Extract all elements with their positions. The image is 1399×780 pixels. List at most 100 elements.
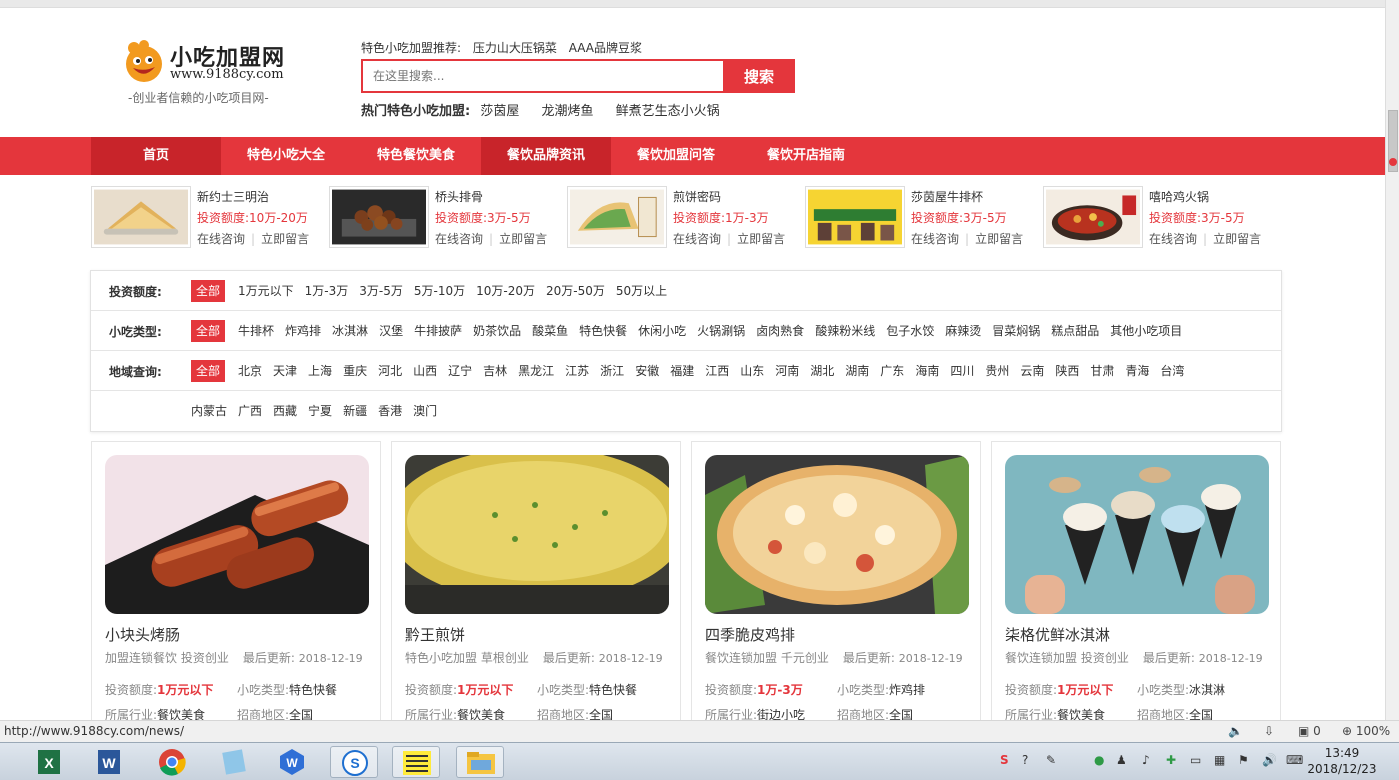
filter-option-region[interactable]: 上海 (308, 360, 332, 382)
filter-option-region[interactable]: 北京 (238, 360, 262, 382)
chrome-taskbar-button[interactable] (148, 746, 196, 778)
message-link[interactable]: 立即留言 (737, 232, 785, 246)
card-title[interactable]: 小块头烤肠 (105, 624, 180, 645)
filter-all[interactable]: 全部 (191, 360, 226, 382)
message-link[interactable]: 立即留言 (975, 232, 1023, 246)
excel-taskbar-button[interactable]: X (24, 746, 72, 778)
featured-title[interactable]: 嘻哈鸡火锅 (1149, 188, 1209, 205)
filter-option-region[interactable]: 香港 (378, 400, 402, 422)
project-card[interactable]: 小块头烤肠 加盟连锁餐饮 投资创业 最后更新: 2018-12-19 投资额度:1… (91, 441, 381, 720)
nav-item-snacks[interactable]: 特色小吃大全 (221, 137, 351, 175)
recommend-link[interactable]: AAA品牌豆浆 (569, 41, 642, 55)
filter-option-region[interactable]: 台湾 (1160, 360, 1184, 382)
featured-thumb[interactable] (805, 186, 905, 248)
consult-link[interactable]: 在线咨询 (435, 232, 483, 246)
pen-icon[interactable]: ✎ (1046, 753, 1056, 767)
bell-icon[interactable]: ♪ (1142, 753, 1150, 767)
filter-all[interactable]: 全部 (191, 280, 226, 302)
explorer-taskbar-button[interactable] (456, 746, 504, 778)
consult-link[interactable]: 在线咨询 (911, 232, 959, 246)
message-link[interactable]: 立即留言 (499, 232, 547, 246)
word-taskbar-button[interactable]: W (84, 746, 132, 778)
filter-option-region[interactable]: 重庆 (343, 360, 367, 382)
filter-option-region[interactable]: 广东 (880, 360, 904, 382)
nav-item-brand-news[interactable]: 餐饮品牌资讯 (481, 137, 611, 175)
featured-item[interactable]: 嘻哈鸡火锅 投资额度:3万-5万 在线咨询 | 立即留言 (1043, 186, 1273, 250)
card-title[interactable]: 四季脆皮鸡排 (705, 624, 795, 645)
filter-option-type[interactable]: 卤肉熟食 (756, 320, 804, 342)
wechat-icon[interactable]: ● (1094, 753, 1104, 767)
hot-link[interactable]: 莎茵屋 (480, 104, 519, 119)
project-card[interactable]: 四季脆皮鸡排 餐饮连锁加盟 千元创业 最后更新: 2018-12-19 投资额度:… (691, 441, 981, 720)
featured-thumb[interactable] (91, 186, 191, 248)
message-link[interactable]: 立即留言 (1213, 232, 1261, 246)
filter-option-region[interactable]: 广西 (238, 400, 262, 422)
card-image[interactable] (405, 455, 669, 614)
search-input[interactable] (361, 59, 725, 93)
download-icon[interactable]: ⇩ (1264, 724, 1274, 738)
nav-item-food[interactable]: 特色餐饮美食 (351, 137, 481, 175)
network-icon[interactable]: ▦ (1214, 753, 1225, 767)
card-image[interactable] (1005, 455, 1269, 614)
zoom-level[interactable]: ⊕ 100% (1342, 724, 1390, 738)
filter-option-type[interactable]: 牛排披萨 (414, 320, 462, 342)
filter-option-region[interactable]: 四川 (950, 360, 974, 382)
sogou-taskbar-button[interactable]: S (330, 746, 378, 778)
filter-option-invest[interactable]: 1万-3万 (305, 280, 349, 302)
filter-option-region[interactable]: 贵州 (985, 360, 1009, 382)
filter-option-invest[interactable]: 3万-5万 (359, 280, 403, 302)
filter-option-type[interactable]: 糕点甜品 (1051, 320, 1099, 342)
filter-option-type[interactable]: 奶茶饮品 (473, 320, 521, 342)
filter-option-region[interactable]: 山西 (413, 360, 437, 382)
featured-item[interactable]: 煎饼密码 投资额度:1万-3万 在线咨询 | 立即留言 (567, 186, 797, 250)
filter-option-region[interactable]: 河南 (775, 360, 799, 382)
help-icon[interactable]: ? (1022, 753, 1028, 767)
featured-title[interactable]: 莎茵屋牛排杯 (911, 188, 983, 205)
card-image[interactable] (705, 455, 969, 614)
filter-option-invest[interactable]: 5万-10万 (414, 280, 465, 302)
keyboard-icon[interactable]: ⌨ (1286, 753, 1303, 767)
document-taskbar-button[interactable] (392, 746, 440, 778)
filter-option-region[interactable]: 云南 (1020, 360, 1044, 382)
filter-all[interactable]: 全部 (191, 320, 226, 342)
filter-option-type[interactable]: 冒菜焖锅 (992, 320, 1040, 342)
filter-option-region[interactable]: 江苏 (565, 360, 589, 382)
nav-item-guide[interactable]: 餐饮开店指南 (741, 137, 871, 175)
consult-link[interactable]: 在线咨询 (197, 232, 245, 246)
filter-option-type[interactable]: 牛排杯 (238, 320, 274, 342)
hot-link[interactable]: 鲜煮艺生态小火锅 (616, 104, 720, 119)
filter-option-region[interactable]: 安徽 (635, 360, 659, 382)
featured-item[interactable]: 新约士三明治 投资额度:10万-20万 在线咨询 | 立即留言 (91, 186, 321, 250)
speaker-icon[interactable]: 🔈 (1228, 724, 1243, 738)
card-title[interactable]: 柒格优鲜冰淇淋 (1005, 624, 1110, 645)
filter-option-type[interactable]: 汉堡 (379, 320, 403, 342)
filter-option-type[interactable]: 麻辣烫 (945, 320, 981, 342)
security-icon[interactable]: ✚ (1166, 753, 1176, 767)
filter-option-region[interactable]: 天津 (273, 360, 297, 382)
filter-option-type[interactable]: 其他小吃项目 (1110, 320, 1182, 342)
flag-icon[interactable]: ⚑ (1238, 753, 1249, 767)
consult-link[interactable]: 在线咨询 (673, 232, 721, 246)
filter-option-type[interactable]: 特色快餐 (579, 320, 627, 342)
filter-option-region[interactable]: 澳门 (413, 400, 437, 422)
project-card[interactable]: 黔王煎饼 特色小吃加盟 草根创业 最后更新: 2018-12-19 投资额度:1万… (391, 441, 681, 720)
filter-option-type[interactable]: 酸菜鱼 (532, 320, 568, 342)
app-taskbar-button[interactable] (210, 746, 258, 778)
filter-option-region[interactable]: 甘肃 (1090, 360, 1114, 382)
featured-item[interactable]: 桥头排骨 投资额度:3万-5万 在线咨询 | 立即留言 (329, 186, 559, 250)
card-title[interactable]: 黔王煎饼 (405, 624, 465, 645)
filter-option-invest[interactable]: 50万以上 (616, 280, 667, 302)
filter-option-region[interactable]: 黑龙江 (518, 360, 554, 382)
filter-option-invest[interactable]: 20万-50万 (546, 280, 605, 302)
filter-option-region[interactable]: 内蒙古 (191, 400, 227, 422)
filter-option-region[interactable]: 辽宁 (448, 360, 472, 382)
filter-option-type[interactable]: 炸鸡排 (285, 320, 321, 342)
filter-option-type[interactable]: 休闲小吃 (638, 320, 686, 342)
consult-link[interactable]: 在线咨询 (1149, 232, 1197, 246)
filter-option-region[interactable]: 江西 (705, 360, 729, 382)
featured-thumb[interactable] (329, 186, 429, 248)
featured-title[interactable]: 煎饼密码 (673, 188, 721, 205)
featured-thumb[interactable] (567, 186, 667, 248)
featured-title[interactable]: 桥头排骨 (435, 188, 483, 205)
filter-option-region[interactable]: 河北 (378, 360, 402, 382)
